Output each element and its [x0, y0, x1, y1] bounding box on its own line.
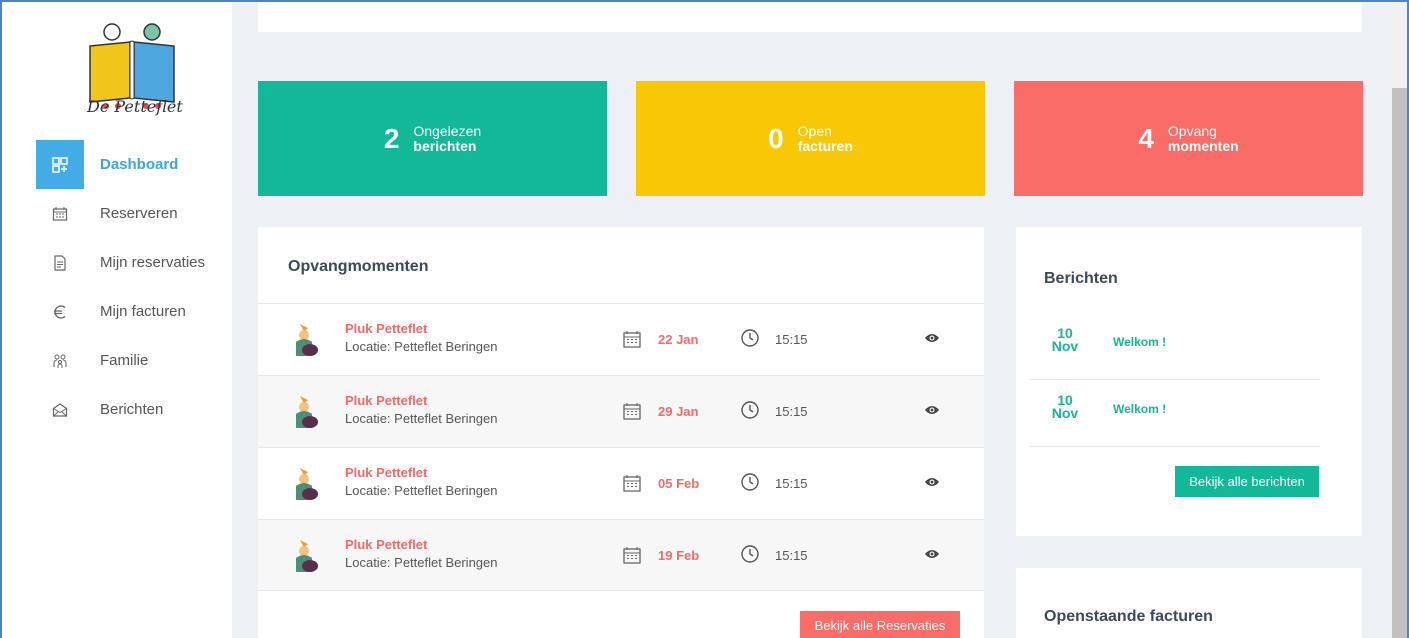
dashboard-icon	[36, 140, 84, 189]
stat-label: Open facturen	[797, 122, 853, 154]
child-avatar-icon	[296, 396, 318, 428]
reservation-time: 15:15	[775, 476, 808, 491]
stat-label-line2: berichten	[413, 137, 477, 154]
sidebar-item-mijn-facturen[interactable]: Mijn facturen	[36, 287, 240, 336]
reservation-date: 19 Feb	[658, 548, 700, 563]
message-item[interactable]: 10 Nov Welkom !	[1030, 380, 1320, 447]
child-name[interactable]: Pluk Petteflet	[345, 537, 427, 552]
sidebar-item-dashboard[interactable]: Dashboard	[36, 140, 240, 189]
child-name[interactable]: Pluk Petteflet	[345, 321, 427, 336]
sidebar: De Petteflet Dashboard Reserveren Mijn r…	[10, 2, 232, 638]
app-window: De Petteflet Dashboard Reserveren Mijn r…	[0, 0, 1409, 638]
sidebar-item-label: Berichten	[100, 401, 164, 418]
stat-open-invoices[interactable]: 0 Open facturen	[636, 81, 985, 196]
view-all-reservations-button[interactable]: Bekijk alle Reservaties	[800, 611, 960, 638]
reservation-date: 05 Feb	[658, 476, 700, 491]
brand-name: De Petteflet	[87, 97, 183, 116]
calendar-icon	[36, 206, 84, 222]
reservation-time: 15:15	[775, 332, 808, 347]
child-location: Locatie: Petteflet Beringen	[345, 411, 498, 426]
stat-value: 4	[1138, 122, 1154, 154]
reservation-time: 15:15	[775, 404, 808, 419]
openstaande-facturen-card: Openstaande facturen	[1016, 568, 1362, 638]
reservation-time: 15:15	[775, 548, 808, 563]
card-title: Berichten	[1044, 270, 1118, 287]
scrollbar-thumb[interactable]	[1392, 88, 1407, 638]
calendar-icon	[623, 475, 641, 492]
child-avatar-icon	[296, 324, 318, 356]
stat-unread-messages[interactable]: 2 Ongelezen berichten	[258, 81, 607, 196]
stat-label-line1: Ongelezen	[413, 122, 482, 139]
stat-label-line1: Opvang	[1167, 122, 1217, 139]
clock-icon	[741, 329, 759, 347]
sidebar-item-label: Dashboard	[100, 156, 179, 173]
calendar-icon	[623, 547, 641, 564]
stat-value: 0	[768, 122, 784, 154]
sidebar-item-familie[interactable]: Familie	[36, 336, 240, 385]
message-title[interactable]: Welkom !	[1113, 402, 1166, 416]
family-icon	[36, 353, 84, 369]
sidebar-item-berichten[interactable]: Berichten	[36, 385, 240, 434]
clock-icon	[741, 473, 759, 491]
main-content: 2 Ongelezen berichten 0 Open facturen 4 …	[232, 2, 1390, 638]
view-all-messages-button[interactable]: Bekijk alle berichten	[1175, 466, 1319, 497]
reservation-date: 29 Jan	[658, 404, 699, 419]
sidebar-item-label: Reserveren	[100, 205, 178, 222]
top-bar	[258, 2, 1362, 32]
table-row: Pluk Petteflet Locatie: Petteflet Bering…	[258, 447, 984, 519]
stat-label: Opvang momenten	[1167, 122, 1239, 154]
child-location: Locatie: Petteflet Beringen	[345, 555, 498, 570]
calendar-icon	[623, 403, 641, 420]
sidebar-item-label: Mijn reservaties	[100, 254, 206, 271]
message-date: 10 Nov	[1050, 326, 1080, 354]
clock-icon	[741, 545, 759, 563]
message-date: 10 Nov	[1050, 393, 1080, 421]
sidebar-item-label: Mijn facturen	[100, 303, 186, 320]
message-item[interactable]: 10 Nov Welkom !	[1030, 313, 1320, 380]
opvangmomenten-card: Opvangmomenten Pluk Petteflet Locatie: P…	[258, 227, 984, 638]
stat-care-moments[interactable]: 4 Opvang momenten	[1014, 81, 1363, 196]
card-title: Openstaande facturen	[1044, 608, 1213, 625]
view-eye-icon[interactable]	[924, 404, 940, 416]
card-title: Opvangmomenten	[288, 258, 429, 275]
sidebar-item-reserveren[interactable]: Reserveren	[36, 189, 240, 238]
sidebar-item-mijn-reservaties[interactable]: Mijn reservaties	[36, 238, 240, 287]
berichten-card: Berichten 10 Nov Welkom ! 10 Nov Welkom …	[1016, 227, 1362, 536]
child-location: Locatie: Petteflet Beringen	[345, 483, 498, 498]
view-eye-icon[interactable]	[924, 332, 940, 344]
table-row: Pluk Petteflet Locatie: Petteflet Bering…	[258, 519, 984, 591]
message-title[interactable]: Welkom !	[1113, 335, 1166, 349]
child-name[interactable]: Pluk Petteflet	[345, 465, 427, 480]
view-eye-icon[interactable]	[924, 476, 940, 488]
table-row: Pluk Petteflet Locatie: Petteflet Bering…	[258, 303, 984, 375]
child-location: Locatie: Petteflet Beringen	[345, 339, 498, 354]
calendar-icon	[623, 331, 641, 348]
stat-label-line2: momenten	[1167, 137, 1239, 154]
child-avatar-icon	[296, 468, 318, 500]
stat-label-line1: Open	[797, 122, 832, 139]
document-icon	[36, 254, 84, 271]
view-eye-icon[interactable]	[924, 548, 940, 560]
child-avatar-icon	[296, 540, 318, 572]
table-row: Pluk Petteflet Locatie: Petteflet Bering…	[258, 375, 984, 447]
euro-icon	[36, 304, 84, 320]
clock-icon	[741, 401, 759, 419]
sidebar-nav: Dashboard Reserveren Mijn reservaties Mi…	[36, 140, 240, 434]
envelope-icon	[36, 402, 84, 418]
message-month: Nov	[1051, 338, 1079, 354]
stat-value: 2	[383, 122, 400, 154]
child-name[interactable]: Pluk Petteflet	[345, 393, 427, 408]
sidebar-item-label: Familie	[100, 352, 149, 369]
scrollbar[interactable]	[1390, 2, 1407, 638]
stat-label: Ongelezen berichten	[413, 122, 482, 154]
message-month: Nov	[1051, 405, 1079, 421]
reservation-date: 22 Jan	[658, 332, 699, 347]
stat-label-line2: facturen	[797, 137, 853, 154]
